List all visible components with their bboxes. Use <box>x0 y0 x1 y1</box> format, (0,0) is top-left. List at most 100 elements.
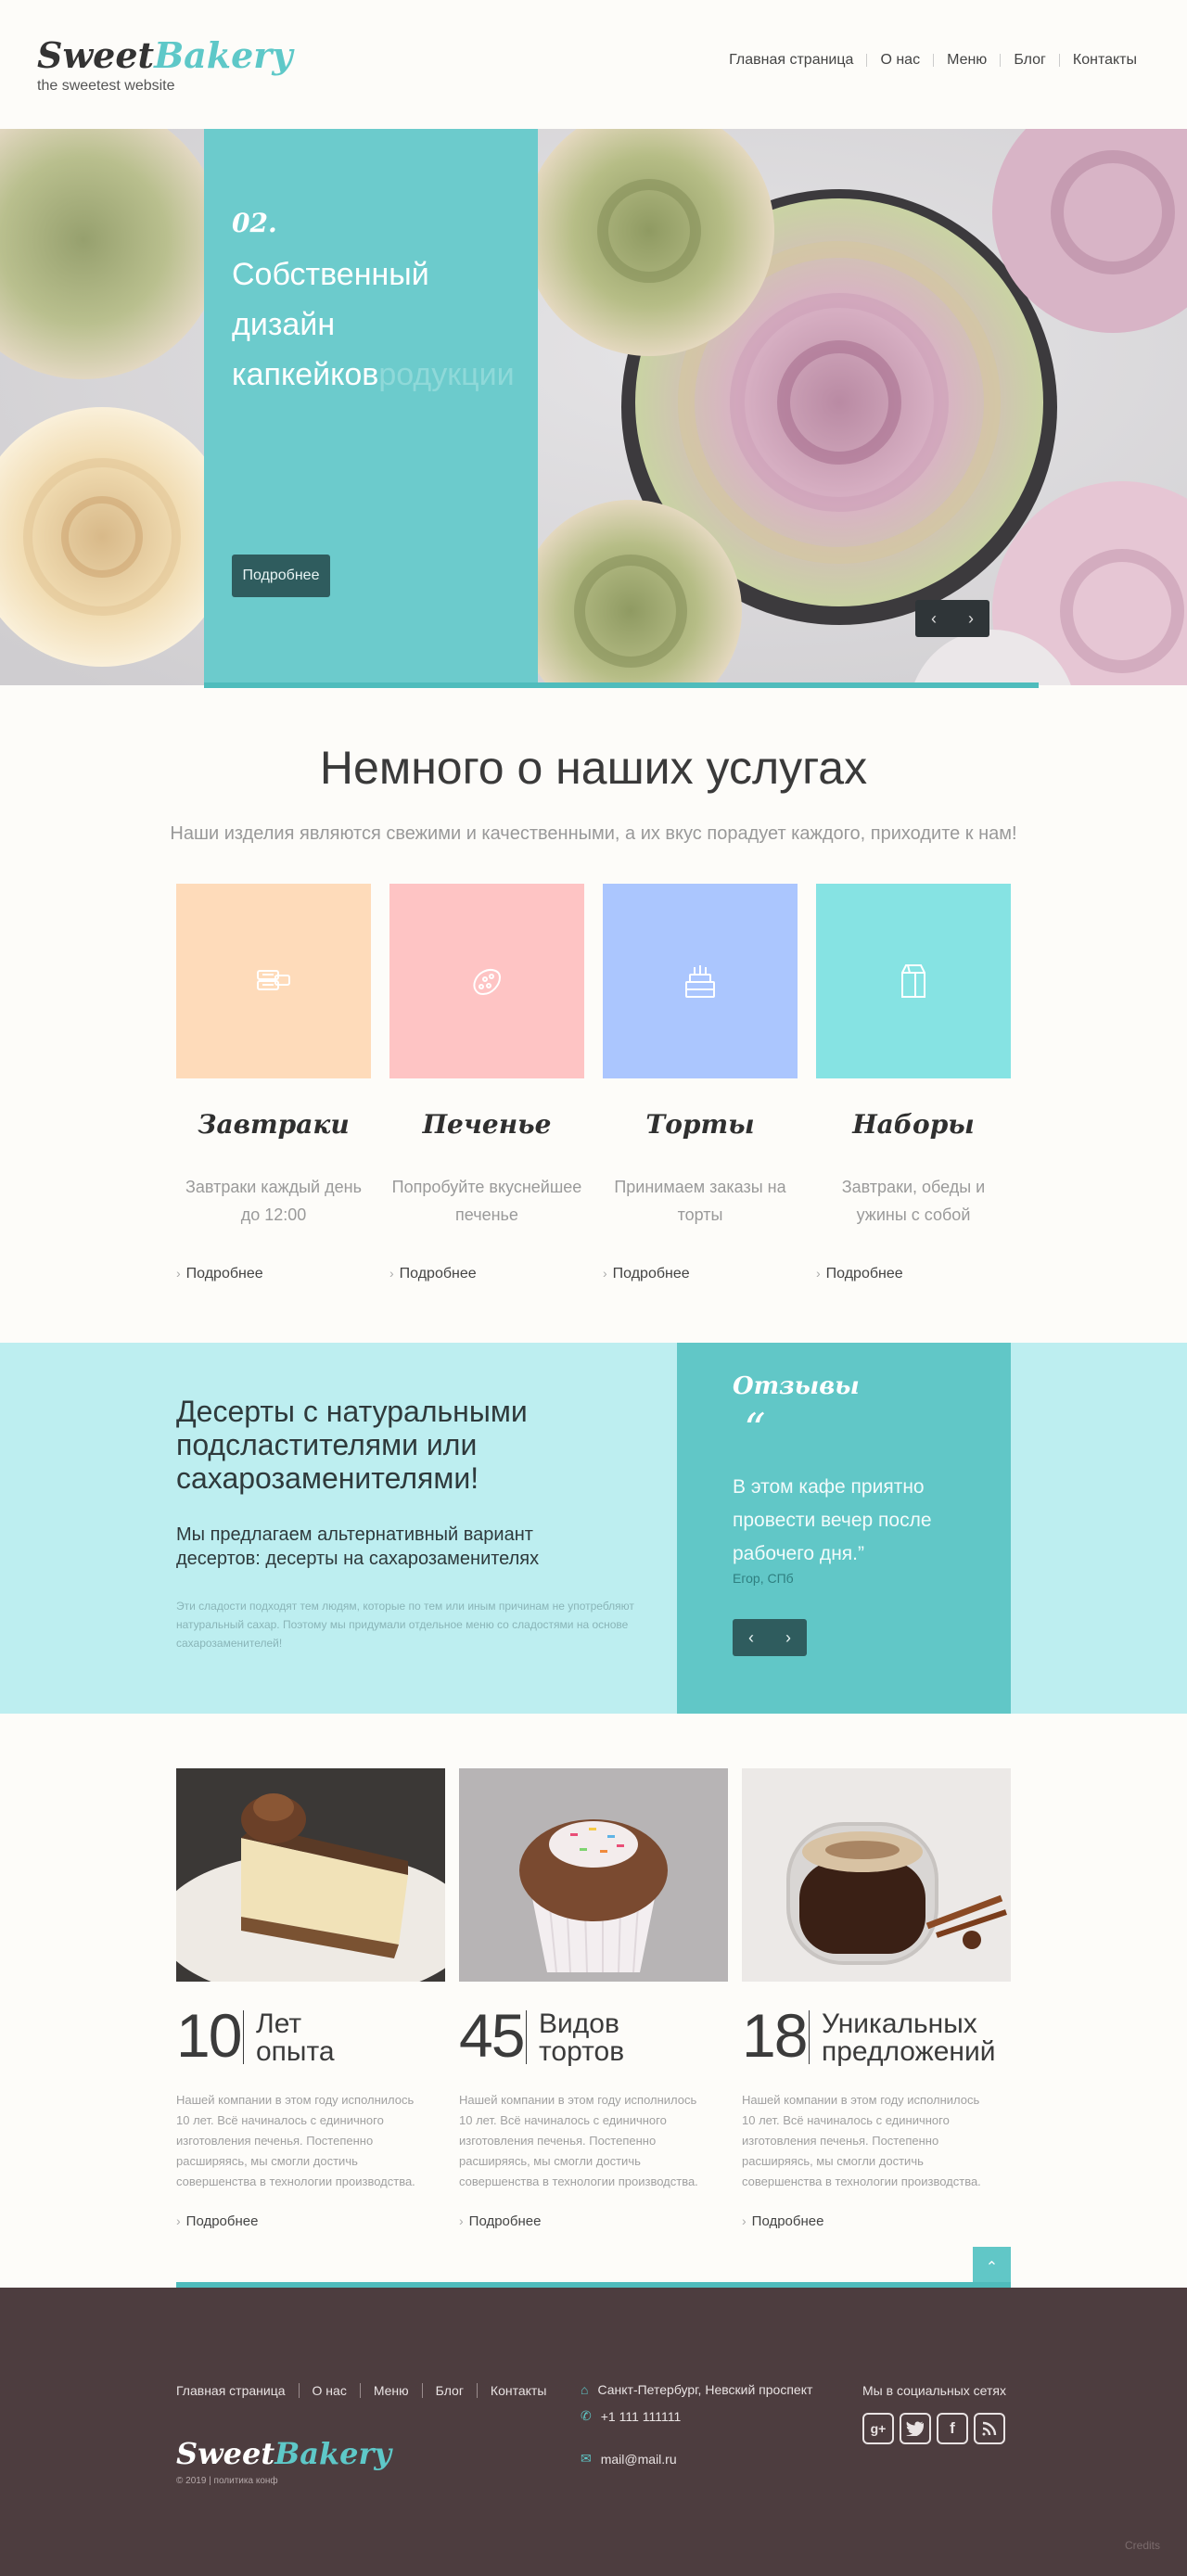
footer-email[interactable]: ✉ mail@mail.ru <box>581 2451 677 2467</box>
chevron-right-icon: › <box>816 1266 821 1281</box>
footer-logo-bakery: Bakery <box>274 2436 391 2471</box>
slide-title-ghost: родукции <box>378 357 515 392</box>
twitter-icon[interactable] <box>900 2413 931 2444</box>
stat-number-years: 10 <box>176 2001 242 2070</box>
service-desc-cakes: Принимаем заказы на торты <box>614 1178 786 1224</box>
nav-home[interactable]: Главная страница <box>716 53 866 68</box>
coffee-image <box>742 1768 1011 1982</box>
chevron-right-icon: › <box>389 1266 394 1281</box>
breakfast-icon <box>257 970 290 990</box>
package-icon <box>901 964 925 998</box>
credits-link[interactable]: Credits <box>1125 2539 1160 2552</box>
service-more-link[interactable]: › Подробнее <box>603 1266 690 1282</box>
stat-label-years: Лет опыта <box>256 2009 335 2067</box>
reviews-panel: Отзывы “ В этом кафе приятно провести ве… <box>677 1343 1011 1714</box>
google-plus-icon[interactable]: g+ <box>862 2413 894 2444</box>
slide-title-line1: Собственный дизайн <box>232 257 429 342</box>
stat-divider <box>809 2010 810 2064</box>
slider-prev-button[interactable]: ‹ <box>931 609 937 629</box>
hero-cupcakes-image <box>0 129 1187 685</box>
chevron-right-icon: › <box>176 2213 181 2228</box>
stat-more-link[interactable]: › Подробнее <box>742 2213 823 2229</box>
service-tile-breakfast[interactable] <box>176 884 371 1078</box>
slide-title-line2: капкейков <box>232 357 379 392</box>
services-title: Немного о наших услугах <box>319 742 868 794</box>
cookie-icon <box>473 969 502 996</box>
nav-menu[interactable]: Меню <box>933 53 1000 68</box>
slide-number: 02. <box>232 208 277 238</box>
site-tagline: the sweetest website <box>37 78 175 94</box>
footer-nav-home[interactable]: Главная страница <box>176 2383 299 2398</box>
service-title-cookies: Печенье <box>422 1109 552 1140</box>
review-author: Егор, СПб <box>733 1571 794 1586</box>
service-more-link[interactable]: › Подробнее <box>389 1266 477 1282</box>
cheesecake-image <box>176 1768 445 1982</box>
footer-phone[interactable]: ✆ +1 111 111111 <box>581 2408 681 2424</box>
service-tile-cakes[interactable] <box>603 884 798 1078</box>
slider-next-button[interactable]: › <box>968 609 974 629</box>
chevron-right-icon: › <box>459 2213 464 2228</box>
cupcake-image <box>459 1768 728 1982</box>
nav-contacts[interactable]: Контакты <box>1058 53 1150 68</box>
stat-desc-offers: Нашей компании в этом году исполнилось 1… <box>742 2093 981 2188</box>
stat-more-link[interactable]: › Подробнее <box>459 2213 541 2229</box>
footer-logo[interactable]: SweetBakery <box>176 2436 391 2471</box>
stat-divider <box>526 2010 527 2064</box>
chevron-right-icon: › <box>176 1266 181 1281</box>
reviews-next-button[interactable]: › <box>785 1628 791 1648</box>
hero-accent-strip <box>204 682 1039 688</box>
slider-controls: ‹ › <box>915 600 989 637</box>
stat-number-offers: 18 <box>742 2001 808 2070</box>
promo-heading: Десерты с натуральными подсластителями и… <box>176 1395 528 1495</box>
service-title-sets: Наборы <box>852 1109 975 1140</box>
stat-divider <box>243 2010 244 2064</box>
service-more-link[interactable]: › Подробнее <box>816 1266 903 1282</box>
promo-text: Эти сладости подходят тем людям, которые… <box>176 1600 634 1650</box>
site-footer: Главная страница О нас Меню Блог Контакт… <box>0 2288 1187 2576</box>
footer-nav-about[interactable]: О нас <box>298 2383 360 2398</box>
phone-icon: ✆ <box>581 2408 592 2423</box>
footer-nav-menu[interactable]: Меню <box>359 2383 422 2398</box>
chevron-right-icon: › <box>742 2213 747 2228</box>
home-icon: ⌂ <box>581 2382 589 2397</box>
service-title-breakfast: Завтраки <box>198 1109 350 1140</box>
footer-logo-sweet: Sweet <box>176 2436 275 2471</box>
service-title-cakes: Торты <box>645 1109 755 1140</box>
nav-blog[interactable]: Блог <box>1000 53 1059 68</box>
footer-address: ⌂ Санкт-Петербург, Невский проспект <box>581 2382 813 2397</box>
promo-subheading: Мы предлагаем альтернативный вариант дес… <box>176 1524 540 1569</box>
service-more-link[interactable]: › Подробнее <box>176 1266 263 1282</box>
cake-icon <box>685 965 715 998</box>
chevron-right-icon: › <box>603 1266 607 1281</box>
quote-mark-icon: “ <box>744 1404 766 1454</box>
stat-label-offers: Уникальных предложений <box>822 2009 996 2067</box>
mail-icon: ✉ <box>581 2451 592 2466</box>
review-quote: В этом кафе приятно провести вечер после… <box>733 1476 932 1564</box>
service-desc-breakfast: Завтраки каждый день до 12:00 <box>185 1178 362 1224</box>
stat-more-link[interactable]: › Подробнее <box>176 2213 258 2229</box>
stat-label-cakes: Видов тортов <box>539 2009 625 2067</box>
footer-copyright: © 2019 | политика конф <box>176 2476 278 2486</box>
main-nav: Главная страница О нас Меню Блог Контакт… <box>716 53 1150 68</box>
stat-desc-years: Нашей компании в этом году исполнилось 1… <box>176 2093 415 2188</box>
footer-nav: Главная страница О нас Меню Блог Контакт… <box>176 2383 559 2398</box>
facebook-icon[interactable]: f <box>937 2413 968 2444</box>
reviews-controls: ‹ › <box>733 1619 807 1656</box>
reviews-prev-button[interactable]: ‹ <box>748 1628 754 1648</box>
rss-icon[interactable] <box>974 2413 1005 2444</box>
nav-about[interactable]: О нас <box>866 53 933 68</box>
logo-sweet-text: Sweet <box>37 34 155 76</box>
service-tile-cookies[interactable] <box>389 884 584 1078</box>
service-desc-sets: Завтраки, обеды и ужины с собой <box>841 1178 986 1224</box>
service-tile-sets[interactable] <box>816 884 1011 1078</box>
stat-desc-cakes: Нашей компании в этом году исполнилось 1… <box>459 2093 698 2188</box>
logo[interactable]: SweetBakery <box>37 35 292 77</box>
social-title: Мы в социальных сетях <box>862 2383 1006 2398</box>
services-subtitle: Наши изделия являются свежими и качестве… <box>170 823 1017 844</box>
reviews-title: Отзывы <box>733 1372 860 1400</box>
chevron-up-icon: ⌃ <box>985 2260 999 2276</box>
footer-nav-blog[interactable]: Блог <box>421 2383 477 2398</box>
slide-more-button[interactable]: Подробнее <box>232 555 330 597</box>
logo-bakery-text: Bakery <box>154 34 293 76</box>
footer-nav-contacts[interactable]: Контакты <box>476 2383 559 2398</box>
